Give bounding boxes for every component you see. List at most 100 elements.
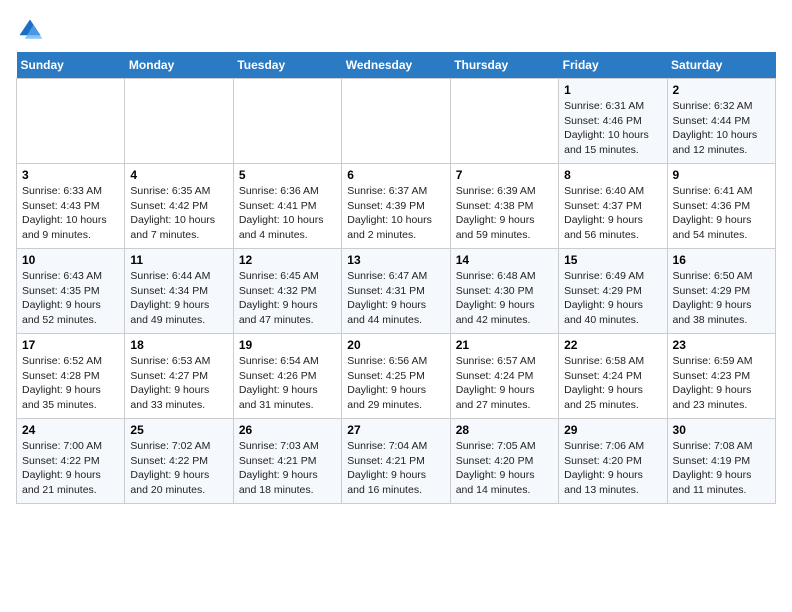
day-number: 26: [239, 423, 336, 437]
header-saturday: Saturday: [667, 52, 775, 79]
day-info: Sunrise: 6:31 AM Sunset: 4:46 PM Dayligh…: [564, 99, 661, 158]
day-number: 7: [456, 168, 553, 182]
day-number: 16: [673, 253, 770, 267]
header-tuesday: Tuesday: [233, 52, 341, 79]
day-info: Sunrise: 6:35 AM Sunset: 4:42 PM Dayligh…: [130, 184, 227, 243]
calendar-cell: 5 Sunrise: 6:36 AM Sunset: 4:41 PM Daylig…: [233, 164, 341, 249]
day-info: Sunrise: 7:06 AM Sunset: 4:20 PM Dayligh…: [564, 439, 661, 498]
calendar-cell: 4 Sunrise: 6:35 AM Sunset: 4:42 PM Daylig…: [125, 164, 233, 249]
day-info: Sunrise: 6:33 AM Sunset: 4:43 PM Dayligh…: [22, 184, 119, 243]
day-info: Sunrise: 6:39 AM Sunset: 4:38 PM Dayligh…: [456, 184, 553, 243]
header-sunday: Sunday: [17, 52, 125, 79]
header-monday: Monday: [125, 52, 233, 79]
calendar-cell: 18 Sunrise: 6:53 AM Sunset: 4:27 PM Dayli…: [125, 334, 233, 419]
day-number: 15: [564, 253, 661, 267]
calendar-cell: 27 Sunrise: 7:04 AM Sunset: 4:21 PM Dayli…: [342, 419, 450, 504]
day-number: 4: [130, 168, 227, 182]
calendar-week-4: 17 Sunrise: 6:52 AM Sunset: 4:28 PM Dayli…: [17, 334, 776, 419]
day-info: Sunrise: 6:52 AM Sunset: 4:28 PM Dayligh…: [22, 354, 119, 413]
logo: [16, 16, 48, 44]
header: [16, 16, 776, 44]
day-info: Sunrise: 6:50 AM Sunset: 4:29 PM Dayligh…: [673, 269, 770, 328]
calendar-cell: 24 Sunrise: 7:00 AM Sunset: 4:22 PM Dayli…: [17, 419, 125, 504]
day-number: 17: [22, 338, 119, 352]
day-number: 20: [347, 338, 444, 352]
logo-icon: [16, 16, 44, 44]
day-number: 14: [456, 253, 553, 267]
day-info: Sunrise: 6:58 AM Sunset: 4:24 PM Dayligh…: [564, 354, 661, 413]
day-info: Sunrise: 7:02 AM Sunset: 4:22 PM Dayligh…: [130, 439, 227, 498]
calendar-cell: 10Sunrise: 6:43 AM Sunset: 4:35 PM Dayli…: [17, 249, 125, 334]
calendar-cell: 16 Sunrise: 6:50 AM Sunset: 4:29 PM Dayli…: [667, 249, 775, 334]
calendar-cell: 28Sunrise: 7:05 AM Sunset: 4:20 PM Dayli…: [450, 419, 558, 504]
day-number: 19: [239, 338, 336, 352]
day-number: 28: [456, 423, 553, 437]
day-number: 5: [239, 168, 336, 182]
calendar-table: SundayMondayTuesdayWednesdayThursdayFrid…: [16, 52, 776, 504]
calendar-cell: [450, 79, 558, 164]
day-number: 24: [22, 423, 119, 437]
calendar-cell: 21Sunrise: 6:57 AM Sunset: 4:24 PM Dayli…: [450, 334, 558, 419]
header-friday: Friday: [559, 52, 667, 79]
calendar-cell: [17, 79, 125, 164]
calendar-cell: 19 Sunrise: 6:54 AM Sunset: 4:26 PM Dayli…: [233, 334, 341, 419]
day-info: Sunrise: 6:54 AM Sunset: 4:26 PM Dayligh…: [239, 354, 336, 413]
day-number: 9: [673, 168, 770, 182]
calendar-week-3: 10Sunrise: 6:43 AM Sunset: 4:35 PM Dayli…: [17, 249, 776, 334]
day-number: 27: [347, 423, 444, 437]
day-number: 22: [564, 338, 661, 352]
calendar-cell: 8Sunrise: 6:40 AM Sunset: 4:37 PM Daylig…: [559, 164, 667, 249]
day-number: 18: [130, 338, 227, 352]
calendar-cell: 30Sunrise: 7:08 AM Sunset: 4:19 PM Dayli…: [667, 419, 775, 504]
calendar-cell: 25 Sunrise: 7:02 AM Sunset: 4:22 PM Dayli…: [125, 419, 233, 504]
calendar-cell: 14 Sunrise: 6:48 AM Sunset: 4:30 PM Dayli…: [450, 249, 558, 334]
calendar-cell: 6 Sunrise: 6:37 AM Sunset: 4:39 PM Daylig…: [342, 164, 450, 249]
day-info: Sunrise: 7:08 AM Sunset: 4:19 PM Dayligh…: [673, 439, 770, 498]
day-info: Sunrise: 6:40 AM Sunset: 4:37 PM Dayligh…: [564, 184, 661, 243]
calendar-cell: 29Sunrise: 7:06 AM Sunset: 4:20 PM Dayli…: [559, 419, 667, 504]
calendar-cell: 26 Sunrise: 7:03 AM Sunset: 4:21 PM Dayli…: [233, 419, 341, 504]
calendar-header-row: SundayMondayTuesdayWednesdayThursdayFrid…: [17, 52, 776, 79]
day-number: 1: [564, 83, 661, 97]
calendar-cell: 2 Sunrise: 6:32 AM Sunset: 4:44 PM Daylig…: [667, 79, 775, 164]
calendar-cell: 13Sunrise: 6:47 AM Sunset: 4:31 PM Dayli…: [342, 249, 450, 334]
header-wednesday: Wednesday: [342, 52, 450, 79]
day-info: Sunrise: 6:41 AM Sunset: 4:36 PM Dayligh…: [673, 184, 770, 243]
day-info: Sunrise: 6:49 AM Sunset: 4:29 PM Dayligh…: [564, 269, 661, 328]
day-info: Sunrise: 7:04 AM Sunset: 4:21 PM Dayligh…: [347, 439, 444, 498]
calendar-cell: [125, 79, 233, 164]
day-info: Sunrise: 6:48 AM Sunset: 4:30 PM Dayligh…: [456, 269, 553, 328]
day-info: Sunrise: 6:36 AM Sunset: 4:41 PM Dayligh…: [239, 184, 336, 243]
calendar-cell: [342, 79, 450, 164]
day-number: 11: [130, 253, 227, 267]
calendar-week-5: 24 Sunrise: 7:00 AM Sunset: 4:22 PM Dayli…: [17, 419, 776, 504]
day-info: Sunrise: 6:44 AM Sunset: 4:34 PM Dayligh…: [130, 269, 227, 328]
day-info: Sunrise: 7:03 AM Sunset: 4:21 PM Dayligh…: [239, 439, 336, 498]
day-number: 12: [239, 253, 336, 267]
day-number: 13: [347, 253, 444, 267]
calendar-cell: 1 Sunrise: 6:31 AM Sunset: 4:46 PM Daylig…: [559, 79, 667, 164]
calendar-cell: 3 Sunrise: 6:33 AM Sunset: 4:43 PM Daylig…: [17, 164, 125, 249]
calendar-cell: [233, 79, 341, 164]
calendar-cell: 15 Sunrise: 6:49 AM Sunset: 4:29 PM Dayli…: [559, 249, 667, 334]
day-info: Sunrise: 6:57 AM Sunset: 4:24 PM Dayligh…: [456, 354, 553, 413]
day-number: 2: [673, 83, 770, 97]
calendar-cell: 11 Sunrise: 6:44 AM Sunset: 4:34 PM Dayli…: [125, 249, 233, 334]
calendar-cell: 22 Sunrise: 6:58 AM Sunset: 4:24 PM Dayli…: [559, 334, 667, 419]
calendar-week-2: 3 Sunrise: 6:33 AM Sunset: 4:43 PM Daylig…: [17, 164, 776, 249]
day-number: 6: [347, 168, 444, 182]
day-info: Sunrise: 7:00 AM Sunset: 4:22 PM Dayligh…: [22, 439, 119, 498]
day-info: Sunrise: 6:53 AM Sunset: 4:27 PM Dayligh…: [130, 354, 227, 413]
header-thursday: Thursday: [450, 52, 558, 79]
calendar-week-1: 1 Sunrise: 6:31 AM Sunset: 4:46 PM Daylig…: [17, 79, 776, 164]
calendar-cell: 23Sunrise: 6:59 AM Sunset: 4:23 PM Dayli…: [667, 334, 775, 419]
day-info: Sunrise: 6:32 AM Sunset: 4:44 PM Dayligh…: [673, 99, 770, 158]
day-number: 3: [22, 168, 119, 182]
day-number: 25: [130, 423, 227, 437]
calendar-cell: 12 Sunrise: 6:45 AM Sunset: 4:32 PM Dayli…: [233, 249, 341, 334]
calendar-cell: 17 Sunrise: 6:52 AM Sunset: 4:28 PM Dayli…: [17, 334, 125, 419]
calendar-cell: 9 Sunrise: 6:41 AM Sunset: 4:36 PM Daylig…: [667, 164, 775, 249]
day-info: Sunrise: 6:37 AM Sunset: 4:39 PM Dayligh…: [347, 184, 444, 243]
day-info: Sunrise: 6:56 AM Sunset: 4:25 PM Dayligh…: [347, 354, 444, 413]
day-info: Sunrise: 6:45 AM Sunset: 4:32 PM Dayligh…: [239, 269, 336, 328]
